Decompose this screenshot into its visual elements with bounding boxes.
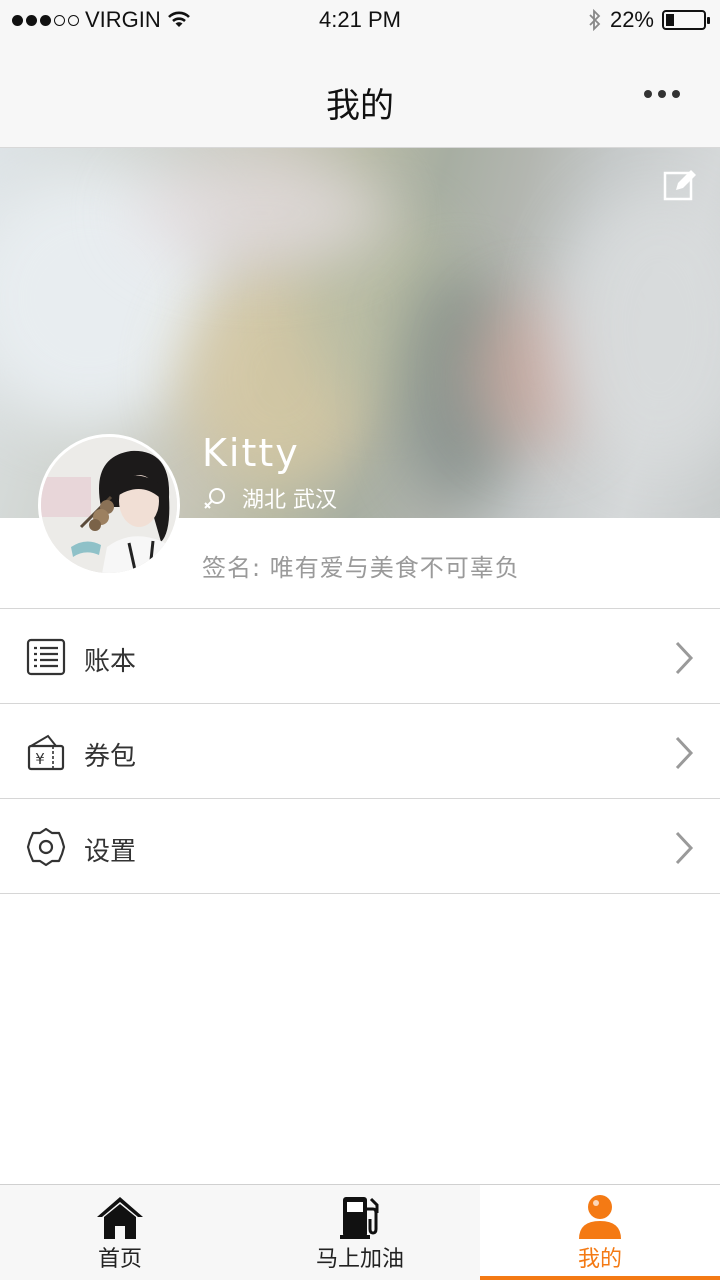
- menu-item-label: 券包: [84, 742, 137, 772]
- edit-icon[interactable]: [662, 166, 698, 202]
- settings-menu: 账本 ¥ 券包 设置: [0, 608, 720, 894]
- menu-item-settings[interactable]: 设置: [0, 799, 720, 894]
- page-title: 我的: [326, 86, 394, 126]
- menu-item-ledger[interactable]: 账本: [0, 609, 720, 704]
- tab-label: 我的: [577, 1247, 622, 1272]
- home-icon: [97, 1197, 143, 1239]
- navigation-bar: 我的: [0, 40, 720, 148]
- settings-gear-icon: [26, 827, 66, 867]
- battery-icon: [662, 10, 710, 30]
- menu-item-label: 设置: [84, 837, 137, 867]
- avatar[interactable]: [38, 434, 180, 576]
- user-location: 湖北 武汉: [202, 482, 337, 514]
- chevron-right-icon: [675, 641, 694, 675]
- svg-text:¥: ¥: [35, 750, 45, 768]
- ledger-list-icon: [26, 638, 66, 676]
- tab-mine[interactable]: 我的: [480, 1185, 720, 1280]
- menu-item-coupons[interactable]: ¥ 券包: [0, 704, 720, 799]
- tab-label: 马上加油: [315, 1247, 404, 1272]
- chevron-right-icon: [675, 831, 694, 865]
- battery-percent: 22%: [609, 7, 654, 32]
- user-signature: 签名: 唯有爱与美食不可辜负: [202, 554, 520, 582]
- chevron-right-icon: [675, 736, 694, 770]
- female-icon: [204, 488, 225, 509]
- tab-home[interactable]: 首页: [0, 1185, 240, 1280]
- more-dots-icon[interactable]: [644, 90, 680, 98]
- status-right: 22%: [588, 7, 710, 33]
- tab-refuel[interactable]: 马上加油: [240, 1185, 480, 1280]
- menu-item-label: 账本: [84, 647, 137, 677]
- user-icon: [579, 1195, 621, 1239]
- status-bar: VIRGIN 4:21 PM 22%: [0, 0, 720, 40]
- tab-bar: 首页 马上加油 我的: [0, 1184, 720, 1280]
- avatar-photo: [41, 437, 177, 573]
- user-name: Kitty: [202, 431, 300, 475]
- location-text: 湖北 武汉: [242, 488, 337, 513]
- fuel-pump-icon: [340, 1197, 379, 1239]
- coupon-wallet-icon: ¥: [27, 734, 65, 771]
- bluetooth-icon: [589, 9, 601, 31]
- tab-label: 首页: [97, 1247, 142, 1272]
